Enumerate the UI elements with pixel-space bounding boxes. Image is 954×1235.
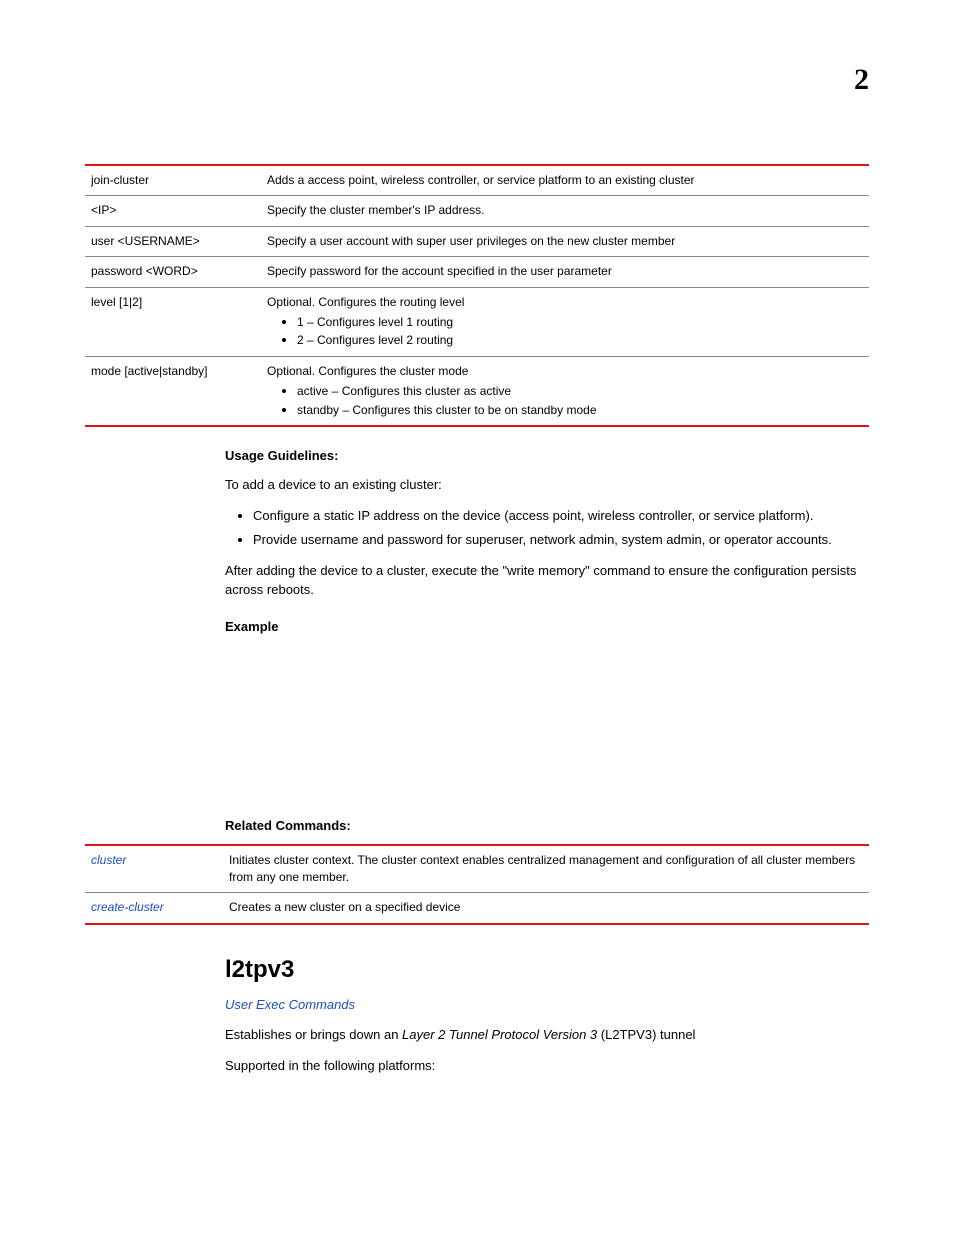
related-cmd-cell: cluster bbox=[85, 845, 229, 893]
param-key: <IP> bbox=[85, 196, 267, 226]
text-italic: Layer 2 Tunnel Protocol Version 3 bbox=[402, 1027, 597, 1042]
page: 2 join-clusterAdds a access point, wirel… bbox=[0, 0, 954, 1235]
l2tpv3-section: l2tpv3 User Exec Commands Establishes or… bbox=[225, 953, 869, 1076]
related-cmd-cell: create-cluster bbox=[85, 893, 229, 924]
param-desc: Optional. Configures the routing level1 … bbox=[267, 287, 869, 356]
table-row: <IP>Specify the cluster member's IP addr… bbox=[85, 196, 869, 226]
param-desc: Optional. Configures the cluster modeact… bbox=[267, 356, 869, 426]
list-item: 1 – Configures level 1 routing bbox=[297, 313, 863, 331]
list-item: Provide username and password for superu… bbox=[253, 531, 869, 550]
table-row: level [1|2]Optional. Configures the rout… bbox=[85, 287, 869, 356]
param-bullet-list: active – Configures this cluster as acti… bbox=[267, 382, 863, 419]
content-area: join-clusterAdds a access point, wireles… bbox=[85, 164, 869, 1076]
list-item: standby – Configures this cluster to be … bbox=[297, 401, 863, 419]
param-key: join-cluster bbox=[85, 165, 267, 196]
chapter-number: 2 bbox=[854, 58, 869, 102]
param-key: password <WORD> bbox=[85, 257, 267, 287]
usage-outro: After adding the device to a cluster, ex… bbox=[225, 562, 869, 600]
section-desc-1: Establishes or brings down an Layer 2 Tu… bbox=[225, 1026, 869, 1045]
param-bullet-list: 1 – Configures level 1 routing2 – Config… bbox=[267, 313, 863, 350]
usage-list: Configure a static IP address on the dev… bbox=[225, 507, 869, 551]
usage-intro: To add a device to an existing cluster: bbox=[225, 476, 869, 495]
table-row: join-clusterAdds a access point, wireles… bbox=[85, 165, 869, 196]
related-cmd-link[interactable]: create-cluster bbox=[91, 900, 164, 914]
param-key: user <USERNAME> bbox=[85, 226, 267, 256]
related-commands-table: cluster Initiates cluster context. The cl… bbox=[85, 844, 869, 925]
table-row: create-cluster Creates a new cluster on a… bbox=[85, 893, 869, 924]
usage-heading: Usage Guidelines: bbox=[225, 447, 869, 466]
example-heading: Example bbox=[225, 618, 869, 637]
param-desc: Specify a user account with super user p… bbox=[267, 226, 869, 256]
list-item: 2 – Configures level 2 routing bbox=[297, 331, 863, 349]
usage-section: Usage Guidelines: To add a device to an … bbox=[225, 447, 869, 836]
text: (L2TPV3) tunnel bbox=[597, 1027, 695, 1042]
related-cmd-desc: Initiates cluster context. The cluster c… bbox=[229, 845, 869, 893]
param-key: level [1|2] bbox=[85, 287, 267, 356]
table-row: password <WORD>Specify password for the … bbox=[85, 257, 869, 287]
table-row: cluster Initiates cluster context. The cl… bbox=[85, 845, 869, 893]
table-row: mode [active|standby]Optional. Configure… bbox=[85, 356, 869, 426]
related-commands-heading: Related Commands: bbox=[225, 817, 869, 836]
related-cmd-link[interactable]: cluster bbox=[91, 853, 126, 867]
param-desc: Specify password for the account specifi… bbox=[267, 257, 869, 287]
parameters-table: join-clusterAdds a access point, wireles… bbox=[85, 164, 869, 427]
table-row: user <USERNAME>Specify a user account wi… bbox=[85, 226, 869, 256]
list-item: Configure a static IP address on the dev… bbox=[253, 507, 869, 526]
related-cmd-desc: Creates a new cluster on a specified dev… bbox=[229, 893, 869, 924]
param-key: mode [active|standby] bbox=[85, 356, 267, 426]
list-item: active – Configures this cluster as acti… bbox=[297, 382, 863, 400]
param-desc: Adds a access point, wireless controller… bbox=[267, 165, 869, 196]
text: Establishes or brings down an bbox=[225, 1027, 402, 1042]
param-desc: Specify the cluster member's IP address. bbox=[267, 196, 869, 226]
section-title-l2tpv3: l2tpv3 bbox=[225, 953, 869, 988]
section-breadcrumb-link[interactable]: User Exec Commands bbox=[225, 996, 869, 1015]
section-desc-2: Supported in the following platforms: bbox=[225, 1057, 869, 1076]
